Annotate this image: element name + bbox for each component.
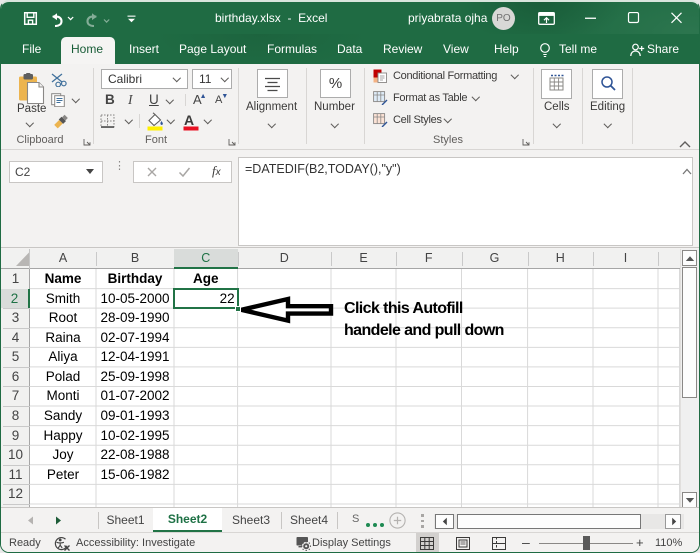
svg-text:A: A — [184, 112, 194, 128]
